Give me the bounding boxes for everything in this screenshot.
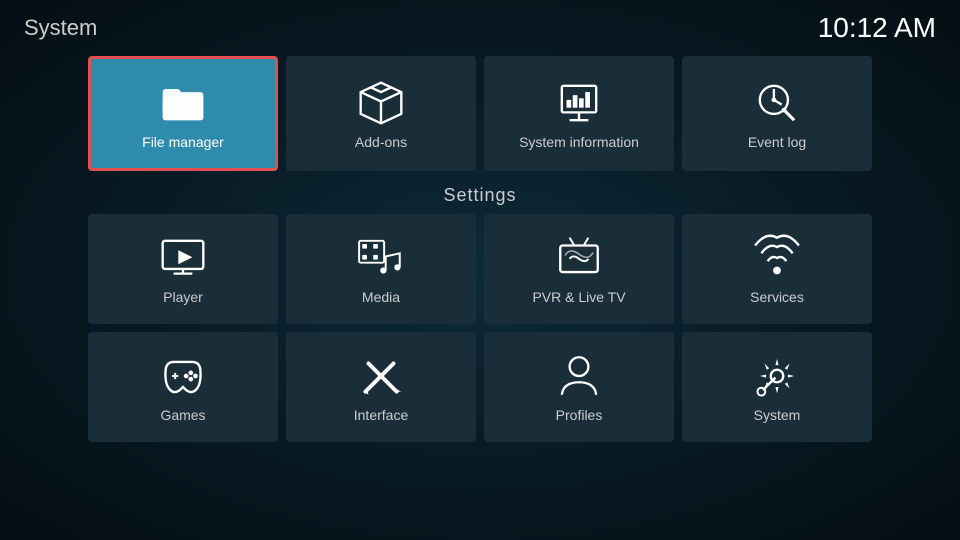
tile-profiles-label: Profiles (556, 407, 603, 423)
clock: 10:12 AM (818, 12, 936, 44)
media-icon (356, 233, 406, 283)
system-info-icon (554, 78, 604, 128)
tile-event-log[interactable]: Event log (682, 56, 872, 171)
tile-file-manager[interactable]: File manager (88, 56, 278, 171)
tile-add-ons[interactable]: Add-ons (286, 56, 476, 171)
tile-services[interactable]: Services (682, 214, 872, 324)
tv-icon (554, 233, 604, 283)
app-title: System (24, 15, 97, 41)
tile-player[interactable]: Player (88, 214, 278, 324)
tile-services-label: Services (750, 289, 804, 305)
tile-system[interactable]: System (682, 332, 872, 442)
settings-row-1: Player Media (0, 214, 960, 324)
settings-row-2: Games Interface Profiles (0, 332, 960, 442)
tile-games[interactable]: Games (88, 332, 278, 442)
person-icon (554, 351, 604, 401)
tile-player-label: Player (163, 289, 203, 305)
box-icon (356, 78, 406, 128)
folder-icon (158, 78, 208, 128)
wifi-icon (752, 233, 802, 283)
gear-wrench-icon (752, 351, 802, 401)
tile-system-information[interactable]: System information (484, 56, 674, 171)
tile-pvr-live-tv-label: PVR & Live TV (532, 289, 625, 305)
tile-system-information-label: System information (519, 134, 639, 150)
tile-profiles[interactable]: Profiles (484, 332, 674, 442)
tile-media[interactable]: Media (286, 214, 476, 324)
tile-media-label: Media (362, 289, 400, 305)
tile-system-label: System (754, 407, 801, 423)
tile-file-manager-label: File manager (142, 134, 224, 150)
gamepad-icon (158, 351, 208, 401)
tile-event-log-label: Event log (748, 134, 806, 150)
tile-interface-label: Interface (354, 407, 408, 423)
top-row: File manager Add-ons (0, 56, 960, 171)
tile-pvr-live-tv[interactable]: PVR & Live TV (484, 214, 674, 324)
clock-search-icon (752, 78, 802, 128)
player-icon (158, 233, 208, 283)
tile-games-label: Games (160, 407, 205, 423)
tile-interface[interactable]: Interface (286, 332, 476, 442)
settings-label: Settings (0, 185, 960, 206)
pencil-tools-icon (356, 351, 406, 401)
tile-add-ons-label: Add-ons (355, 134, 407, 150)
header: System 10:12 AM (0, 0, 960, 52)
